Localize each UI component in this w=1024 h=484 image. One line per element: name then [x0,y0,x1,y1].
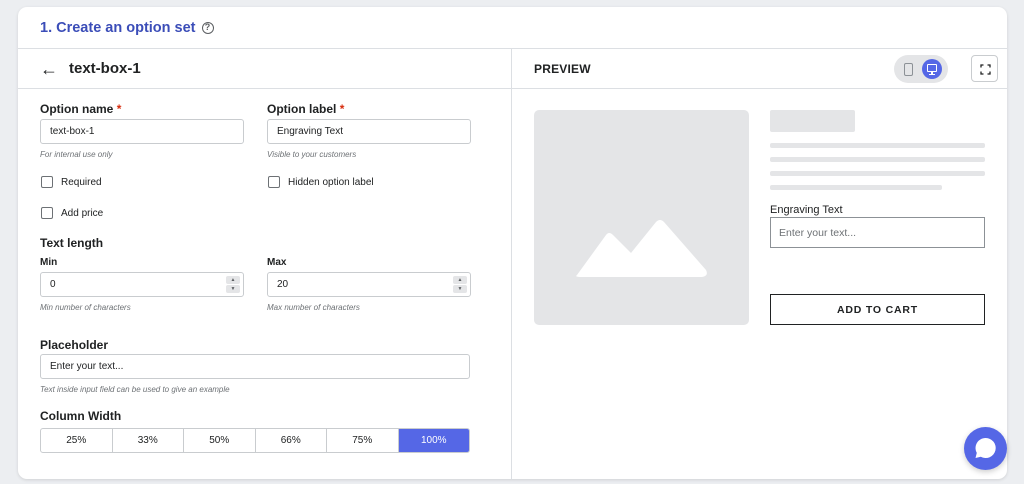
card-header: 1. Create an option set ? [18,7,1007,49]
option-name-help: For internal use only [40,150,113,159]
column-width-option[interactable]: 25% [41,429,113,452]
chat-icon [975,437,996,458]
min-label: Min [40,257,58,268]
editor-header: ← text-box-1 [18,49,512,89]
option-label-label: Option label * [267,102,344,116]
column-width-selector: 25% 33% 50% 66% 75% 100% [40,428,470,453]
option-title: text-box-1 [69,60,141,77]
column-width-heading: Column Width [40,409,122,423]
min-input[interactable]: 0 ▲ ▼ [40,272,244,297]
max-label: Max [267,257,287,268]
hidden-label-checkbox[interactable]: Hidden option label [268,176,374,188]
option-name-input[interactable]: text-box-1 [40,119,244,144]
option-name-label-text: Option name [40,102,114,116]
checkbox-box[interactable] [268,176,280,188]
preview-title: PREVIEW [534,62,591,76]
preview-text-input[interactable]: Enter your text... [770,217,985,248]
device-toggle [894,55,948,83]
option-name-label: Option name * [40,102,121,116]
preview-option-label: Engraving Text [770,204,843,216]
description-skeleton-line [770,171,985,176]
max-value: 20 [277,279,289,290]
option-set-card: 1. Create an option set ? ← text-box-1 O… [18,7,1007,479]
preview-header: PREVIEW [512,49,1007,89]
max-stepper[interactable]: ▲ ▼ [453,276,467,293]
max-help: Max number of characters [267,303,360,312]
desktop-icon[interactable] [922,59,942,79]
min-value: 0 [50,279,56,290]
max-input[interactable]: 20 ▲ ▼ [267,272,471,297]
column-width-option[interactable]: 100% [398,429,469,452]
text-length-heading: Text length [40,236,104,250]
column-width-option[interactable]: 33% [113,429,184,452]
stepper-up-icon[interactable]: ▲ [453,276,467,284]
description-skeleton-line [770,143,985,148]
required-mark: * [339,102,345,116]
hidden-label-checkbox-label: Hidden option label [288,176,374,188]
required-checkbox[interactable]: Required [41,176,102,188]
option-label-input[interactable]: Engraving Text [267,119,471,144]
image-icon [576,220,707,277]
placeholder-help: Text inside input field can be used to g… [40,385,230,394]
description-skeleton-line [770,185,942,190]
add-price-checkbox-label: Add price [61,207,104,219]
add-price-checkbox[interactable]: Add price [41,207,103,219]
description-skeleton-line [770,157,985,162]
placeholder-heading: Placeholder [40,338,109,352]
option-label-help: Visible to your customers [267,150,357,159]
add-to-cart-button[interactable]: ADD TO CART [770,294,985,325]
column-width-option[interactable]: 75% [327,429,399,452]
page-title: 1. Create an option set [40,19,196,36]
panel-divider [511,49,512,479]
column-width-option[interactable]: 50% [184,429,256,452]
product-image-placeholder [534,110,749,325]
help-icon[interactable]: ? [201,21,214,34]
back-arrow-icon[interactable]: ← [40,60,58,78]
stepper-down-icon[interactable]: ▼ [453,285,467,293]
min-help: Min number of characters [40,303,131,312]
fullscreen-button[interactable] [971,55,998,82]
required-checkbox-label: Required [61,176,102,188]
stepper-down-icon[interactable]: ▼ [226,285,240,293]
checkbox-box[interactable] [41,176,53,188]
product-title-skeleton [770,110,855,132]
placeholder-input[interactable]: Enter your text... [40,354,470,379]
option-label-label-text: Option label [267,102,337,116]
expand-icon [980,64,991,75]
column-width-option[interactable]: 66% [256,429,327,452]
min-stepper[interactable]: ▲ ▼ [226,276,240,293]
checkbox-box[interactable] [41,207,53,219]
stepper-up-icon[interactable]: ▲ [226,276,240,284]
required-mark: * [116,102,122,116]
mobile-icon[interactable] [904,63,913,76]
chat-button[interactable] [964,427,1007,470]
